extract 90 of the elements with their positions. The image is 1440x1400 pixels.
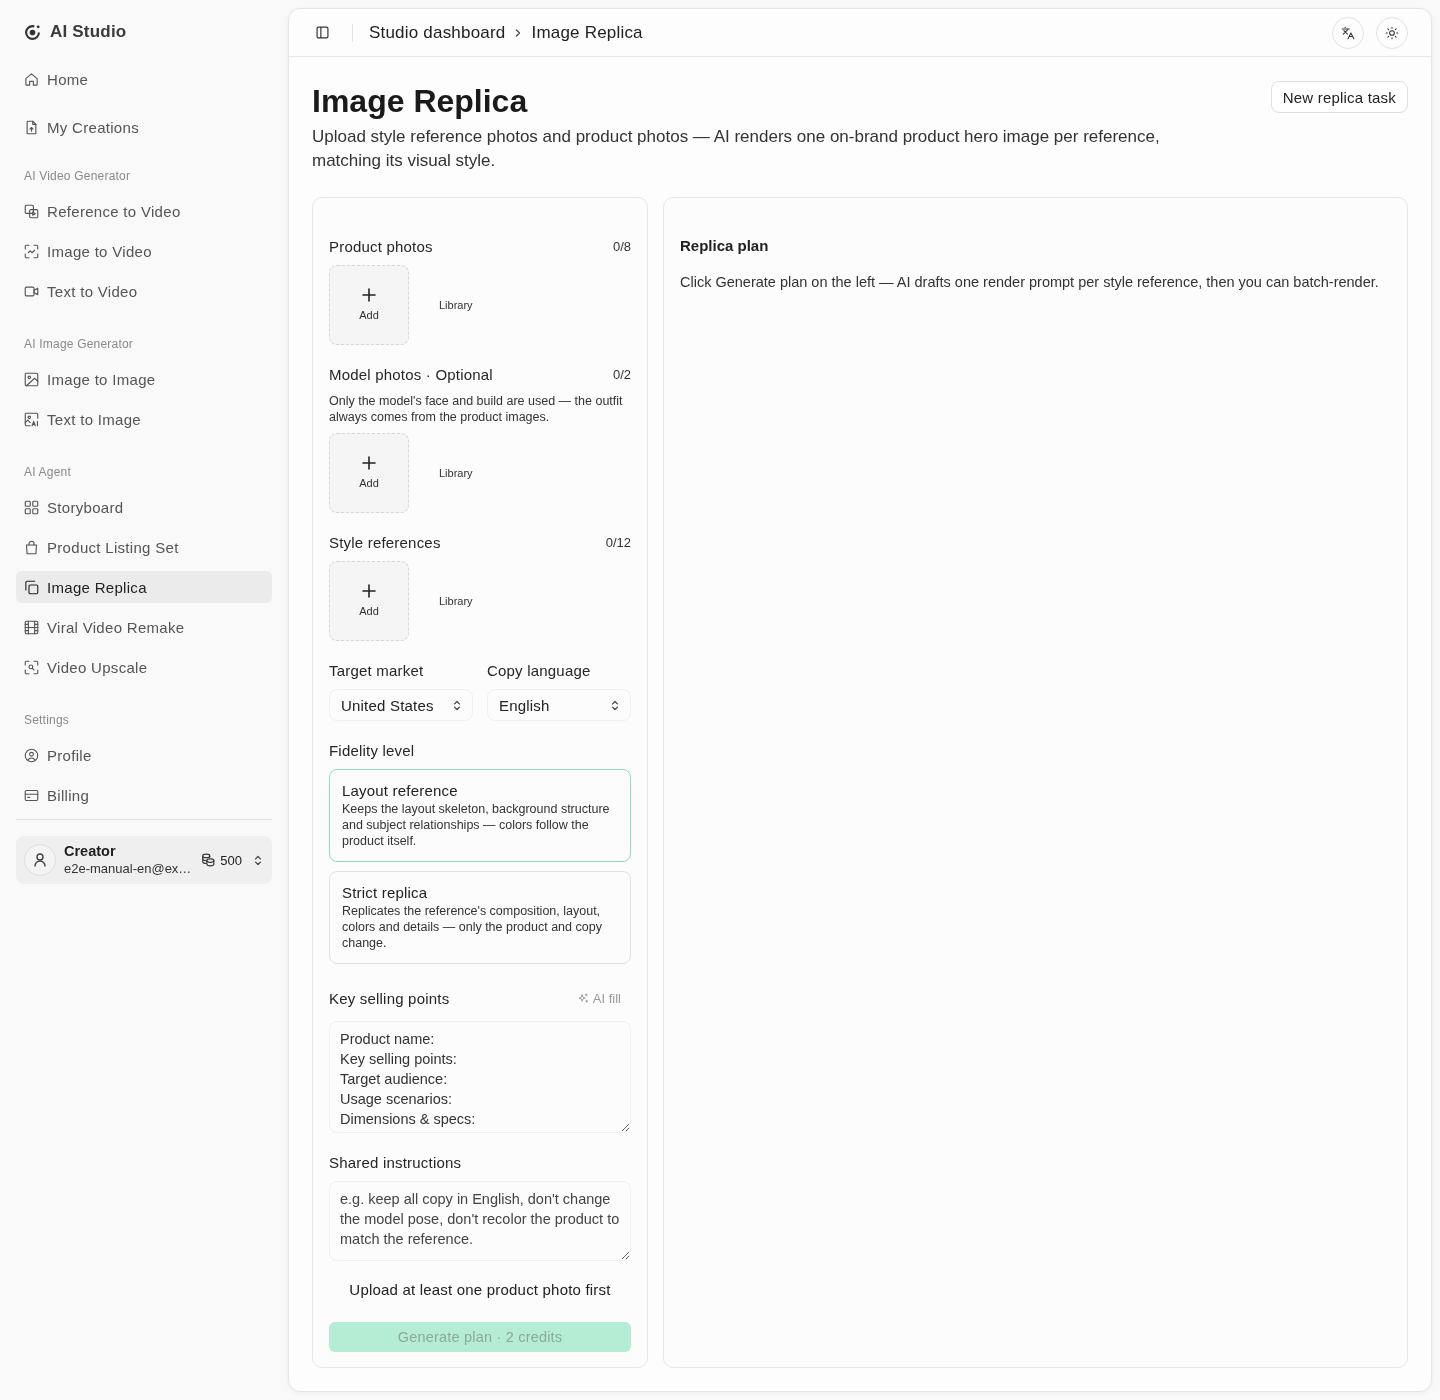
nav-item[interactable]: Viral Video Remake [16,611,272,643]
plus-icon [362,288,376,302]
nav-item[interactable]: Product Listing Set [16,531,272,563]
add-photo-button[interactable]: Add [329,265,409,345]
option-title: Strict replica [342,883,429,903]
nav-item[interactable]: Video Upscale [16,651,272,683]
panel-icon [316,26,329,39]
fidelity-option[interactable]: Strict replica Replicates the reference's composition, layout, colors and details — only the product and copy change. [329,871,631,964]
sidebar-toggle-button[interactable] [316,26,329,39]
bag-icon [24,539,39,555]
page-description: Upload style reference photos and product photos — AI renders one on-brand product hero image per reference, matching its visual style. [312,126,1161,172]
photo-count: 0/12 [605,534,631,550]
translate-icon [1341,25,1355,40]
grid-icon [24,499,39,515]
option-description: Keeps the layout skeleton, background structure and subject relationships — colors follow the product itself. [342,801,611,849]
section-heading: AI Image Generator [23,336,134,353]
help-text: Only the model's face and build are used — the outfit always comes from the product images. [329,393,624,425]
file-arrow-icon [24,119,39,135]
upload-notice: Upload at least one product photo first [348,1280,612,1300]
plus-icon [362,456,376,470]
theme-button[interactable] [1376,16,1408,49]
home-icon [24,71,39,87]
section-label: Style references [329,533,441,551]
field-label: Shared instructions [329,1153,462,1171]
field-label: Fidelity level [329,741,415,759]
select-field[interactable]: English [487,689,631,721]
select-field[interactable]: United States [329,689,473,721]
nav-item[interactable]: Text to Video [16,275,272,307]
nav-item[interactable]: Storyboard [16,491,272,523]
chevron-updown-icon [611,698,619,712]
new-task-button[interactable]: New replica task [1270,81,1408,113]
section-heading: AI Agent [23,464,72,481]
brand-name: AI Studio [50,22,127,42]
photo-count: 0/2 [612,366,631,382]
nav-item[interactable]: Image to Image [16,363,272,395]
library-button[interactable]: Library [439,594,473,608]
nav-item[interactable]: My Creations [16,111,272,143]
field-label: Copy language [487,661,591,679]
field-label: Key selling points [329,989,450,1007]
fidelity-option[interactable]: Layout reference Keeps the layout skeleton, background structure and subject relationships — colors follow the product itself. [329,769,631,862]
option-title: Layout reference [342,781,459,801]
breadcrumb-link[interactable]: Studio dashboard [369,22,506,43]
nav-item[interactable]: Home [16,63,272,95]
page-title: Image Replica [312,82,528,121]
photo-count: 0/8 [612,238,631,254]
nav-item[interactable]: Billing [16,779,272,811]
avatar-icon [24,844,56,876]
field-label: Target market [329,661,424,679]
chevron-updown-icon [453,698,461,712]
chevron-updown-icon [254,853,262,867]
credit-count: 500 [220,852,242,868]
nav-item[interactable]: Reference to Video [16,195,272,227]
scan-search-icon [24,659,39,675]
sparkle-icon [577,992,589,1004]
section-label: Model photos · Optional [329,365,493,383]
sun-icon [1385,25,1399,40]
plan-text: Click Generate plan on the left — AI drafts one render prompt per style reference, then you can batch-render. [680,273,1380,292]
video-camera-icon [24,283,39,299]
section-label: Product photos [329,237,433,255]
credit-card-icon [24,787,39,803]
add-photo-button[interactable]: Add [329,561,409,641]
nav-item[interactable]: Image Replica [16,571,272,603]
instructions-field[interactable]: e.g. keep all copy in English, don't change the model pose, don't recolor the product to match the reference. [329,1181,631,1261]
breadcrumb-current: Image Replica [531,22,643,43]
selling-points-field[interactable]: Product name: Key selling points: Target audience: Usage scenarios: Dimensions & specs: [329,1021,631,1133]
language-button[interactable] [1332,16,1364,49]
film-icon [24,619,39,635]
account-card[interactable]: Creator e2e-manual-en@ex… 500 [16,836,272,884]
logo-icon [24,23,41,41]
add-photo-button[interactable]: Add [329,433,409,513]
plan-title: Replica plan [680,236,770,256]
account-name: Creator [64,843,117,860]
library-button[interactable]: Library [439,298,473,312]
nav-item[interactable]: Image to Video [16,235,272,267]
image-icon [24,371,39,387]
nav-item[interactable]: Profile [16,739,272,771]
scan-frame-icon [24,243,39,259]
option-description: Replicates the reference's composition, layout, colors and details — only the product and copy change. [342,903,603,951]
section-heading: Settings [23,712,70,729]
user-circle-icon [24,747,39,763]
overlap-play-icon [24,203,39,219]
image-text-icon [24,411,39,427]
coins-icon [201,853,216,867]
section-heading: AI Video Generator [23,168,132,185]
chevron-right-icon [515,27,522,38]
plus-icon [362,584,376,598]
copy-icon [24,579,39,595]
nav-item[interactable]: Text to Image [16,403,272,435]
library-button[interactable]: Library [439,466,473,480]
account-email: e2e-manual-en@ex… [64,860,193,877]
